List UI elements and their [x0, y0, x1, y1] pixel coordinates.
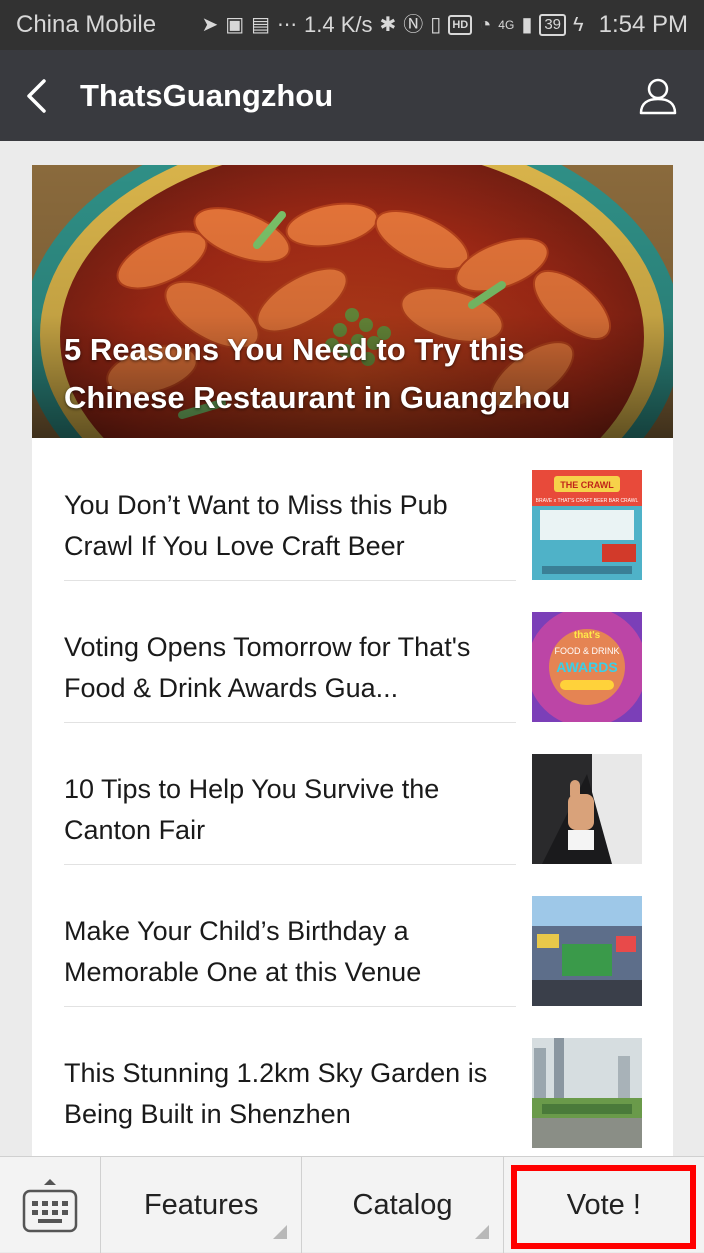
awards-thumb-title: AWARDS	[556, 659, 617, 675]
page-title: ThatsGuangzhou	[80, 77, 334, 113]
menu-catalog[interactable]: Catalog	[302, 1157, 504, 1253]
carrier-label: China Mobile	[16, 11, 157, 38]
article-title: 10 Tips to Help You Survive the Canton F…	[64, 774, 440, 845]
notification-icon: ▣	[225, 14, 245, 36]
keyboard-icon	[22, 1179, 78, 1233]
battery-icon: 39	[539, 14, 567, 36]
awards-thumb-subtitle: FOOD & DRINK	[554, 646, 619, 656]
article-thumbnail: THE CRAWL BRAVE x THAT'S CRAFT BEER BAR …	[532, 470, 642, 580]
signal-icon: ▮	[521, 14, 533, 36]
article-title: Make Your Child’s Birthday a Memorable O…	[64, 916, 422, 987]
nfc-icon: Ⓝ	[403, 14, 424, 36]
menu-features[interactable]: Features	[101, 1157, 303, 1253]
crawl-thumb-title: THE CRAWL	[560, 480, 614, 490]
menu-catalog-label: Catalog	[352, 1188, 453, 1221]
submenu-indicator-icon	[273, 1225, 288, 1239]
profile-button[interactable]	[612, 50, 704, 141]
article-title: You Don’t Want to Miss this Pub Crawl If…	[64, 490, 448, 561]
divider	[64, 864, 516, 865]
crawl-thumb-subtitle: BRAVE x THAT'S CRAFT BEER BAR CRAWL	[536, 498, 639, 504]
title-bar: ThatsGuangzhou	[0, 50, 704, 141]
hero-article[interactable]: 5 Reasons You Need to Try this Chinese R…	[32, 165, 673, 438]
menu-features-label: Features	[143, 1188, 259, 1221]
article-thumbnail	[532, 1038, 642, 1148]
status-bar: China Mobile ➤ ▣ ▤ ⋯ 1.4 K/s ✱ Ⓝ ▯ HD ◔ …	[0, 0, 704, 50]
divider	[64, 580, 516, 581]
menu-vote[interactable]: Vote !	[504, 1157, 704, 1253]
back-arrow-icon	[27, 78, 46, 113]
article-item[interactable]: 10 Tips to Help You Survive the Canton F…	[32, 722, 673, 864]
article-item[interactable]: This Stunning 1.2km Sky Garden is Being …	[32, 1006, 673, 1148]
clock: 1:54 PM	[598, 11, 688, 38]
article-title: Voting Opens Tomorrow for That's Food & …	[64, 632, 471, 703]
divider	[64, 722, 516, 723]
awards-thumb-brand: that's	[574, 630, 601, 641]
network-type: 4G	[498, 18, 515, 32]
article-feed: 5 Reasons You Need to Try this Chinese R…	[32, 165, 673, 1165]
calendar-icon: ▤	[251, 14, 271, 36]
keyboard-toggle-button[interactable]	[0, 1157, 101, 1253]
back-button[interactable]	[0, 50, 72, 141]
vibrate-icon: ▯	[430, 14, 442, 36]
article-item[interactable]: Make Your Child’s Birthday a Memorable O…	[32, 864, 673, 1006]
submenu-indicator-icon	[474, 1225, 489, 1239]
bluetooth-icon: ✱	[379, 14, 397, 36]
highlight-box	[510, 1165, 696, 1249]
wifi-icon: ◔	[479, 14, 492, 36]
charging-icon: ϟ	[573, 14, 584, 36]
more-icon: ⋯	[277, 14, 298, 36]
article-thumbnail: that's FOOD & DRINK AWARDS	[532, 612, 642, 722]
user-icon	[639, 78, 677, 114]
bottom-menu: Features Catalog Vote !	[0, 1156, 704, 1253]
status-icons: ➤ ▣ ▤ ⋯ 1.4 K/s ✱ Ⓝ ▯ HD ◔ 4G ▮ 39 ϟ 1:5…	[156, 11, 688, 39]
location-icon: ➤	[201, 14, 219, 36]
article-thumbnail	[532, 754, 642, 864]
article-thumbnail	[532, 896, 642, 1006]
article-item[interactable]: Voting Opens Tomorrow for That's Food & …	[32, 580, 673, 722]
divider	[64, 1006, 516, 1007]
hero-title: 5 Reasons You Need to Try this Chinese R…	[64, 332, 571, 415]
network-speed: 1.4 K/s	[304, 12, 373, 37]
hd-icon: HD	[448, 15, 473, 35]
article-item[interactable]: You Don’t Want to Miss this Pub Crawl If…	[32, 438, 673, 580]
article-title: This Stunning 1.2km Sky Garden is Being …	[64, 1058, 488, 1129]
